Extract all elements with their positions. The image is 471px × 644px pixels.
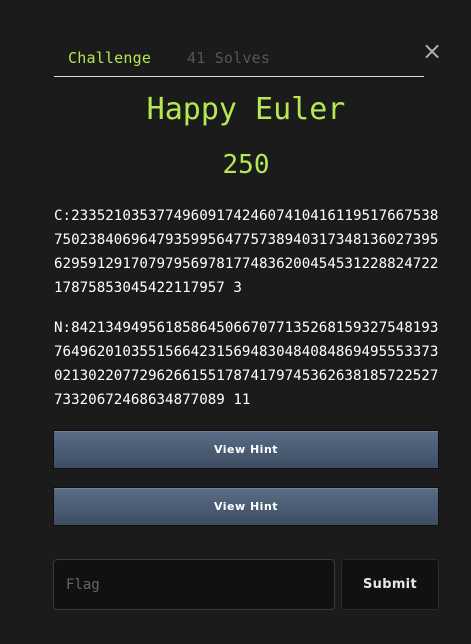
description-modulus: N:84213494956185864506670771352681593275… xyxy=(54,320,439,408)
submit-button[interactable]: Submit xyxy=(341,559,439,610)
description-ciphertext: C:23352103537749609174246074104161195176… xyxy=(54,208,439,296)
view-hint-button-1[interactable]: View Hint xyxy=(53,430,439,469)
view-hint-button-2[interactable]: View Hint xyxy=(53,487,439,526)
challenge-value: 250 xyxy=(222,150,270,180)
tab-solves[interactable]: 41 Solves xyxy=(187,49,270,67)
flag-input[interactable] xyxy=(53,559,335,610)
challenge-modal: Challenge 41 Solves × Happy Euler 250 C:… xyxy=(0,0,471,644)
challenge-tabs: Challenge 41 Solves xyxy=(54,44,424,77)
challenge-title: Happy Euler xyxy=(146,92,346,127)
close-icon[interactable]: × xyxy=(421,38,443,64)
tab-challenge[interactable]: Challenge xyxy=(68,49,151,67)
